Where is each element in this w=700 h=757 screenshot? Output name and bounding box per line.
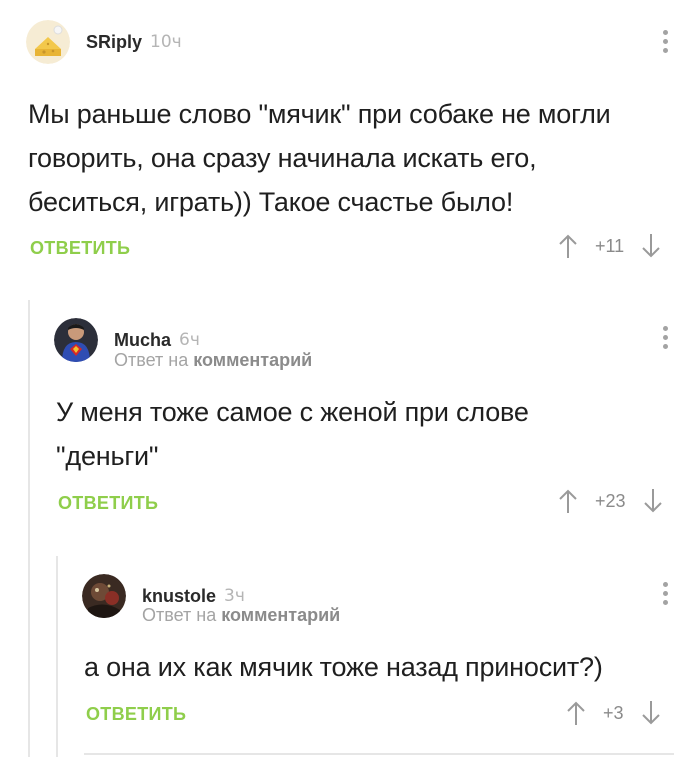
arrow-up-icon[interactable] (557, 233, 579, 259)
comment-text: а она их как мячик тоже назад приносит?) (84, 645, 684, 689)
timestamp: 10ч (150, 32, 182, 52)
score: +3 (603, 702, 624, 723)
comment-header: SRiply 10ч (26, 20, 182, 64)
reply-to-target[interactable]: комментарий (221, 605, 340, 625)
timestamp: 3ч (224, 586, 245, 606)
arrow-down-icon[interactable] (640, 700, 662, 726)
avatar[interactable] (26, 20, 70, 64)
username[interactable]: knustole (142, 586, 216, 607)
more-vertical-icon[interactable] (662, 30, 668, 56)
reply-to-link[interactable]: Ответ на комментарий (114, 350, 312, 371)
reply-to-link[interactable]: Ответ на комментарий (142, 605, 340, 626)
arrow-down-icon[interactable] (640, 233, 662, 259)
avatar[interactable] (82, 574, 126, 618)
vote-controls: +23 (557, 488, 664, 514)
comment-text: У меня тоже самое с женой при слове "ден… (56, 390, 676, 478)
reply-to-prefix: Ответ на (114, 350, 189, 370)
comment-sriply: SRiply 10ч Мы раньше слово "мячик" при с… (0, 0, 700, 290)
username[interactable]: Mucha (114, 330, 171, 351)
avatar[interactable] (54, 318, 98, 362)
reply-to-prefix: Ответ на (142, 605, 217, 625)
thread-line-level1 (28, 300, 30, 757)
reply-button[interactable]: ОТВЕТИТЬ (58, 493, 158, 514)
reply-button[interactable]: ОТВЕТИТЬ (30, 238, 130, 259)
comment-text-line: "деньги" (56, 441, 159, 471)
vote-controls: +11 (557, 233, 662, 259)
more-vertical-icon[interactable] (662, 582, 668, 608)
arrow-down-icon[interactable] (642, 488, 664, 514)
dark-avatar-icon (82, 574, 126, 618)
username[interactable]: SRiply (86, 32, 142, 53)
comment-text-line: говорить, она сразу начинала искать его, (28, 143, 537, 173)
vote-controls: +3 (565, 700, 662, 726)
thread-line-level2 (56, 556, 58, 757)
comment-divider (84, 753, 674, 755)
comment-text: Мы раньше слово "мячик" при собаке не мо… (28, 92, 678, 224)
comment-text-line: беситься, играть)) Такое счастье было! (28, 187, 514, 217)
timestamp: 6ч (179, 330, 200, 350)
score: +11 (595, 235, 625, 256)
comment-text-line: Мы раньше слово "мячик" при собаке не мо… (28, 99, 611, 129)
score: +23 (595, 490, 626, 511)
reply-button[interactable]: ОТВЕТИТЬ (86, 704, 186, 725)
comment-text-line: а она их как мячик тоже назад приносит?) (84, 652, 603, 682)
arrow-up-icon[interactable] (557, 488, 579, 514)
reply-to-target[interactable]: комментарий (193, 350, 312, 370)
cheese-avatar-icon (26, 20, 70, 64)
arrow-up-icon[interactable] (565, 700, 587, 726)
more-vertical-icon[interactable] (662, 326, 668, 352)
comment-text-line: У меня тоже самое с женой при слове (56, 397, 529, 427)
superman-avatar-icon (54, 318, 98, 362)
